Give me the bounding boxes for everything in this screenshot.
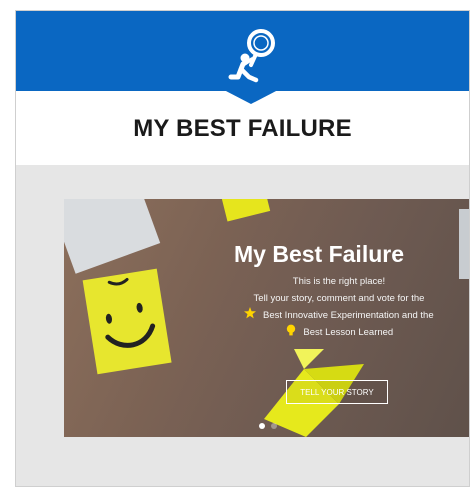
content-area: My Best Failure This is the right place!… (16, 165, 469, 486)
carousel-dot-1[interactable] (258, 423, 265, 429)
hero-title: My Best Failure (234, 241, 404, 267)
hero-description: This is the right place! Tell your story… (214, 273, 464, 341)
person-with-magnifying-glass-icon (228, 29, 275, 83)
hero-line-1: This is the right place! (292, 276, 386, 287)
tell-your-story-button[interactable]: TELL YOUR STORY (286, 380, 388, 404)
carousel-dot-2[interactable] (270, 423, 277, 429)
carousel-indicators (64, 423, 469, 429)
smiley-note-icon (82, 268, 172, 375)
hero-line-3: Best Innovative Experimentation and the (214, 307, 464, 324)
hero-line-2: Tell your story, comment and vote for th… (253, 293, 425, 304)
hero-banner[interactable]: My Best Failure This is the right place!… (64, 199, 469, 437)
lightbulb-icon (286, 324, 295, 336)
page-title: MY BEST FAILURE (133, 115, 352, 142)
hero-line-4: Best Lesson Learned (214, 324, 464, 341)
best-failure-card: MY BEST FAILURE My Best Failure This is … (15, 10, 470, 487)
star-icon (244, 307, 257, 319)
